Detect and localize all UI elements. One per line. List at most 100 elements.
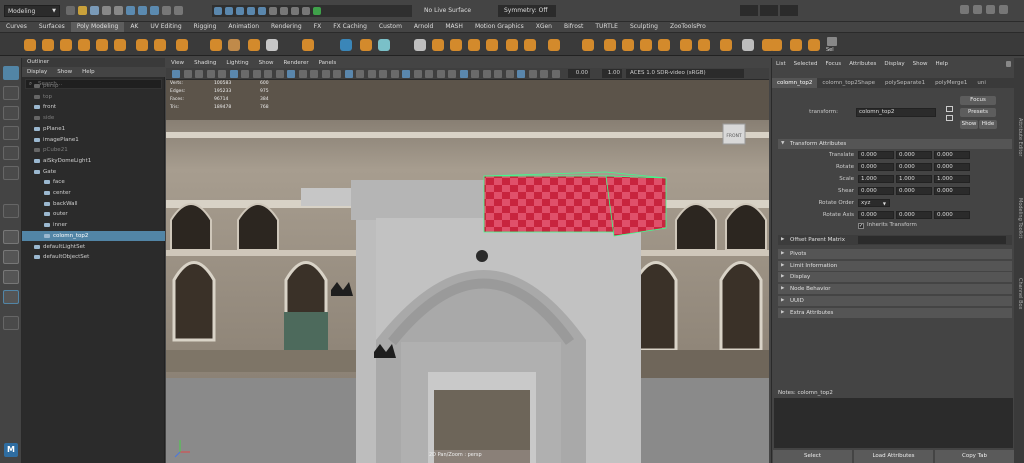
gate-mask-icon[interactable] <box>264 70 272 78</box>
transform-value-field[interactable]: 0.000 <box>934 187 970 195</box>
hide-button[interactable]: Hide <box>979 120 997 129</box>
xray-joints-icon[interactable] <box>448 70 456 78</box>
shelf-tab[interactable]: XGen <box>530 22 558 32</box>
viewport-menu-item[interactable]: View <box>166 58 189 68</box>
last-tool-icon[interactable] <box>3 204 19 218</box>
chamfer-icon[interactable] <box>658 39 670 51</box>
hypershade-icon[interactable] <box>313 7 321 15</box>
focus-icon[interactable] <box>946 106 953 112</box>
multi-cut-icon[interactable] <box>486 39 498 51</box>
svg-text-icon[interactable] <box>266 39 278 51</box>
shelf-tab[interactable]: ZooToolsPro <box>664 22 712 32</box>
redo-icon[interactable] <box>114 6 123 15</box>
select-component-icon[interactable] <box>150 6 159 15</box>
shelf-tab[interactable]: Custom <box>373 22 408 32</box>
smooth-icon[interactable] <box>378 39 390 51</box>
mirror-icon[interactable] <box>340 39 352 51</box>
notes-textarea[interactable] <box>774 398 1013 448</box>
grid-icon[interactable] <box>229 70 238 78</box>
transform-value-field[interactable]: 0.000 <box>934 163 970 171</box>
mode-menu[interactable]: Modeling ▼ <box>4 5 60 17</box>
transform-name-field[interactable]: colomn_top2 <box>856 108 936 117</box>
uv-editor-icon[interactable] <box>302 39 314 51</box>
inherits-transform-checkbox[interactable]: ✓ <box>858 223 864 229</box>
snap-surface-icon[interactable] <box>258 7 266 15</box>
select-hierarchy-icon[interactable] <box>126 6 135 15</box>
depth-of-field-icon[interactable] <box>413 70 422 78</box>
rotate-axis-field[interactable]: 0.000 <box>858 211 894 219</box>
outliner-menu-item[interactable]: Display <box>22 67 52 77</box>
2d-pan-zoom-icon[interactable] <box>517 70 525 78</box>
vertical-panel-tab[interactable]: Modeling Toolkit <box>1015 198 1023 238</box>
transform-value-field[interactable]: 1.000 <box>934 175 970 183</box>
shelf-tab[interactable]: Rendering <box>265 22 308 32</box>
attr-bottom-button[interactable]: Select <box>773 450 852 463</box>
offset-parent-matrix-field[interactable] <box>858 236 1006 244</box>
outliner-item[interactable]: center <box>22 188 165 198</box>
reduce-icon[interactable] <box>698 39 710 51</box>
transform-attributes-section[interactable]: Transform Attributes <box>778 139 1012 149</box>
insert-loop-icon[interactable] <box>524 39 536 51</box>
rotate-tool-icon[interactable] <box>3 146 19 160</box>
grid-icon[interactable] <box>540 70 548 78</box>
focus-button[interactable]: Focus <box>960 96 996 105</box>
poly-sphere-icon[interactable] <box>24 39 36 51</box>
attr-tab[interactable]: colomn_top2 <box>772 78 818 88</box>
attr-menu-item[interactable]: Display <box>880 58 908 70</box>
poly-plane-icon[interactable] <box>114 39 126 51</box>
attr-bottom-button[interactable]: Copy Tab <box>935 450 1014 463</box>
type-icon[interactable] <box>248 39 260 51</box>
snap-point-icon[interactable] <box>236 7 244 15</box>
smooth-shade-icon[interactable] <box>321 70 330 78</box>
shelf-tab[interactable]: Bifrost <box>558 22 589 32</box>
cleanup-icon[interactable] <box>720 39 732 51</box>
single-view-layout-icon[interactable] <box>3 230 19 244</box>
rotate-axis-field[interactable]: 0.000 <box>896 211 932 219</box>
viewport-menu-item[interactable]: Show <box>254 58 279 68</box>
shelf-tab[interactable]: UV Editing <box>144 22 187 32</box>
paint-select-tool-icon[interactable] <box>3 106 19 120</box>
film-gate-icon[interactable] <box>241 70 249 78</box>
attr-menu-item[interactable]: Help <box>931 58 952 70</box>
channel-box-icon[interactable] <box>986 5 995 14</box>
lock-icon[interactable] <box>1006 61 1011 67</box>
attr-section[interactable]: Extra Attributes <box>778 307 1012 318</box>
vertical-panel-tab[interactable]: Attribute Editor <box>1015 118 1023 156</box>
wireframe-icon[interactable] <box>310 70 318 78</box>
show-button[interactable]: Show <box>960 120 978 129</box>
attr-tab[interactable]: polyMerge1 <box>930 78 972 88</box>
attr-tab[interactable]: polySeparate1 <box>880 78 930 88</box>
textured-icon[interactable] <box>344 70 353 78</box>
attr-section[interactable]: Display <box>778 272 1012 283</box>
poly-cylinder-icon[interactable] <box>60 39 72 51</box>
scene-view[interactable]: FRONT Verts: 100583 600 Edges: 195233 975 Face… <box>166 80 769 463</box>
attr-tab[interactable]: colomn_top2Shape <box>817 78 880 88</box>
lasso-tool-icon[interactable] <box>3 86 19 100</box>
attr-menu-item[interactable]: List <box>772 58 790 70</box>
live-surface-field[interactable]: No Live Surface <box>424 5 490 17</box>
shelf-tab[interactable]: Sculpting <box>624 22 664 32</box>
transform-value-field[interactable]: 0.000 <box>858 187 894 195</box>
outliner-layout-icon[interactable] <box>3 290 19 304</box>
offset-loop-icon[interactable] <box>548 39 560 51</box>
booleans-icon[interactable] <box>680 39 692 51</box>
2d-pan-zoom-icon[interactable] <box>206 70 215 78</box>
camera-attributes-icon[interactable] <box>482 70 491 78</box>
attr-bottom-button[interactable]: Load Attributes <box>854 450 933 463</box>
outliner-item[interactable]: pPlane1 <box>22 124 165 134</box>
poly-cone-icon[interactable] <box>78 39 90 51</box>
fill-hole-icon[interactable] <box>468 39 480 51</box>
attr-section[interactable]: UUID <box>778 295 1012 306</box>
y-field[interactable] <box>760 5 778 16</box>
merge-icon[interactable] <box>640 39 652 51</box>
shelf-tab[interactable]: AK <box>124 22 144 32</box>
viewport-menu-item[interactable]: Panels <box>314 58 342 68</box>
viewport-menu-item[interactable]: Renderer <box>278 58 313 68</box>
vertical-panel-tab[interactable]: Channel Box <box>1015 278 1023 309</box>
outliner-item[interactable]: aiSkyDomeLight1 <box>22 156 165 166</box>
film-gate-icon[interactable] <box>551 70 560 78</box>
outliner-menu-item[interactable]: Help <box>77 67 100 77</box>
shelf-tab[interactable]: Animation <box>222 22 265 32</box>
slide-edge-icon[interactable] <box>770 39 782 51</box>
attr-section[interactable]: Pivots <box>778 249 1012 259</box>
